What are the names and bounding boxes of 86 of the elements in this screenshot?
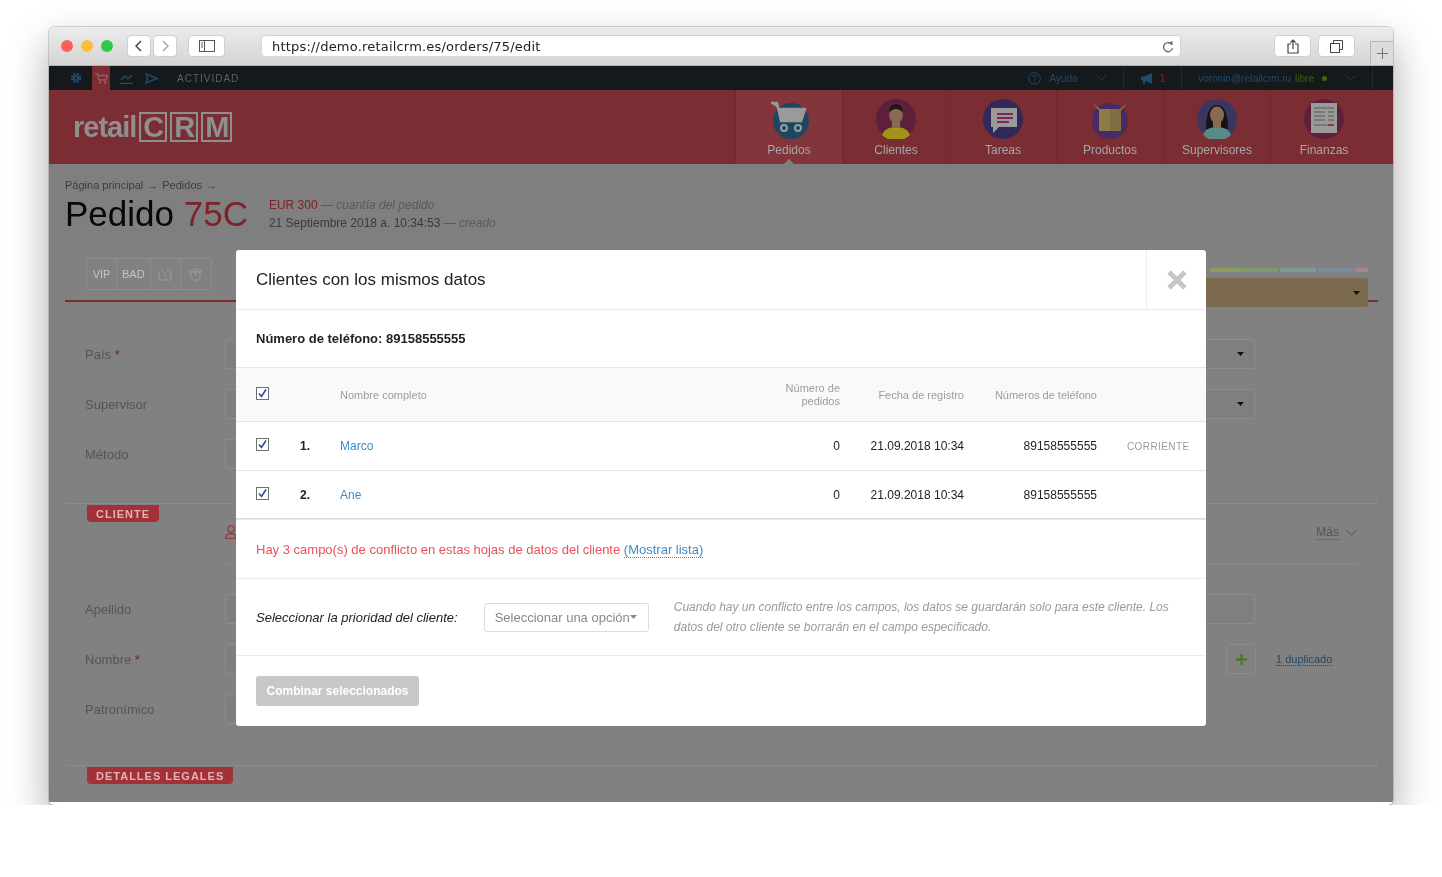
document-icon (1304, 99, 1344, 139)
row-number: 2. (300, 487, 311, 502)
chevron-down-icon[interactable] (1095, 75, 1107, 81)
close-window-button[interactable] (61, 40, 73, 52)
minimize-window-button[interactable] (81, 40, 93, 52)
cart-icon[interactable] (94, 72, 108, 84)
share-icon (1286, 38, 1299, 54)
table-cell-text: 89158555555 (1022, 487, 1097, 502)
add-button[interactable] (1226, 644, 1256, 674)
url-field[interactable]: https://demo.retailcrm.es/orders/75/edit (261, 35, 1181, 57)
help-link[interactable]: Ayuda (1049, 72, 1078, 84)
section-badge: DETALLES LEGALES (87, 767, 234, 784)
forward-button[interactable] (153, 35, 177, 57)
column-header: Nombre completo (340, 388, 428, 401)
modal-title: Clientes con los mismos datos (255, 269, 486, 290)
checkbox[interactable] (256, 387, 269, 400)
order-title: Pedido 75C (65, 195, 248, 233)
conflict-message: Hay 3 campo(s) de conflicto en estas hojas de datos del cliente (Mostrar lista) (256, 541, 704, 557)
column-header: Fecha de registro (877, 388, 964, 401)
checkbox[interactable] (256, 438, 269, 451)
nav-tab[interactable]: Tareas (949, 90, 1056, 164)
chart-icon[interactable] (119, 72, 133, 84)
tag-toggle[interactable]: VIP (87, 259, 117, 289)
column-header: Números de teléfono (993, 388, 1097, 401)
caret-down-icon (629, 615, 637, 619)
breadcrumb-link[interactable]: Pedidos (162, 179, 203, 191)
woman-icon (1197, 99, 1237, 139)
hint-text: Cuando hay un conflicto entre los campos, los datos se guardarán solo para este cliente. Los datos del otro cliente se borrarán en el campo especificado. (673, 599, 1170, 636)
checkbox[interactable] (256, 486, 269, 500)
nav-tab[interactable]: Pedidos (735, 90, 842, 164)
nav-tab[interactable]: Finanzas (1270, 90, 1377, 164)
chevron-down-icon (1346, 529, 1357, 536)
chat-icon (983, 99, 1023, 139)
alarm-clock-icon (188, 267, 204, 281)
reload-icon[interactable] (1162, 39, 1174, 53)
caret-down-icon (1237, 402, 1244, 406)
client-link[interactable]: Ane (340, 487, 362, 502)
caret-down-icon (1237, 352, 1244, 356)
table-cell-text: 89158555555 (1022, 439, 1097, 453)
user-email[interactable]: voronin@retailcrm.ru (1198, 72, 1292, 84)
table-cell-text: 0 (832, 439, 840, 453)
zoom-window-button[interactable] (101, 40, 113, 52)
section-badge: CLIENTE (87, 505, 160, 522)
column-header: Número de pedidos (784, 381, 840, 408)
breadcrumb-separator: → (147, 179, 159, 191)
send-icon[interactable] (144, 72, 158, 84)
nav-tab[interactable]: Clientes (842, 90, 949, 164)
plus-icon (1376, 48, 1388, 59)
priority-select[interactable]: Seleccionar una opción (483, 602, 649, 632)
sidebar-button[interactable] (188, 35, 225, 57)
tabs-icon (1330, 39, 1343, 53)
caret-down-icon (1353, 290, 1360, 295)
section-label: ACTIVIDAD (177, 72, 240, 84)
close-icon[interactable] (1165, 268, 1188, 291)
nav-tab[interactable]: Productos (1056, 90, 1163, 164)
table-cell-text: 21.09.2018 10:34 (869, 439, 964, 453)
show-list-link[interactable]: (Mostrar lista) (623, 541, 704, 558)
phone-heading: Número de teléfono: 89158555555 (256, 331, 466, 346)
share-button[interactable] (1274, 35, 1311, 57)
cart-icon (769, 99, 809, 139)
tag-toggle[interactable]: BAD (117, 259, 151, 289)
man-icon (876, 99, 916, 139)
user-status: libre (1295, 72, 1314, 84)
duplicates-link[interactable]: 1 duplicado (1276, 652, 1333, 666)
status-dot (1322, 75, 1327, 81)
table-cell-text: 21.09.2018 10:34 (869, 487, 964, 502)
back-button[interactable] (127, 35, 151, 57)
user-icon[interactable] (225, 525, 237, 539)
help-icon[interactable] (1028, 71, 1042, 85)
client-link[interactable]: Marco (340, 439, 374, 453)
new-tab-button[interactable] (1370, 41, 1393, 65)
chevron-down-icon[interactable] (1345, 75, 1356, 81)
gear-icon[interactable] (70, 72, 82, 84)
row-number: 1. (300, 439, 311, 453)
tabs-button[interactable] (1318, 35, 1355, 57)
table-cell-text: 0 (832, 487, 840, 502)
nav-tab[interactable]: Supervisores (1163, 90, 1270, 164)
priority-label: Seleccionar la prioridad del cliente: (256, 609, 458, 625)
logo: retail C R M (73, 110, 233, 144)
plus-icon (1235, 653, 1247, 665)
chevron-right-icon (161, 40, 169, 52)
current-label: CORRIENTE (1127, 440, 1190, 452)
breadcrumb-link[interactable]: Página principal (65, 179, 144, 191)
breadcrumb-separator: → (206, 179, 218, 191)
sidebar-icon (198, 40, 215, 52)
chevron-left-icon (135, 40, 143, 52)
